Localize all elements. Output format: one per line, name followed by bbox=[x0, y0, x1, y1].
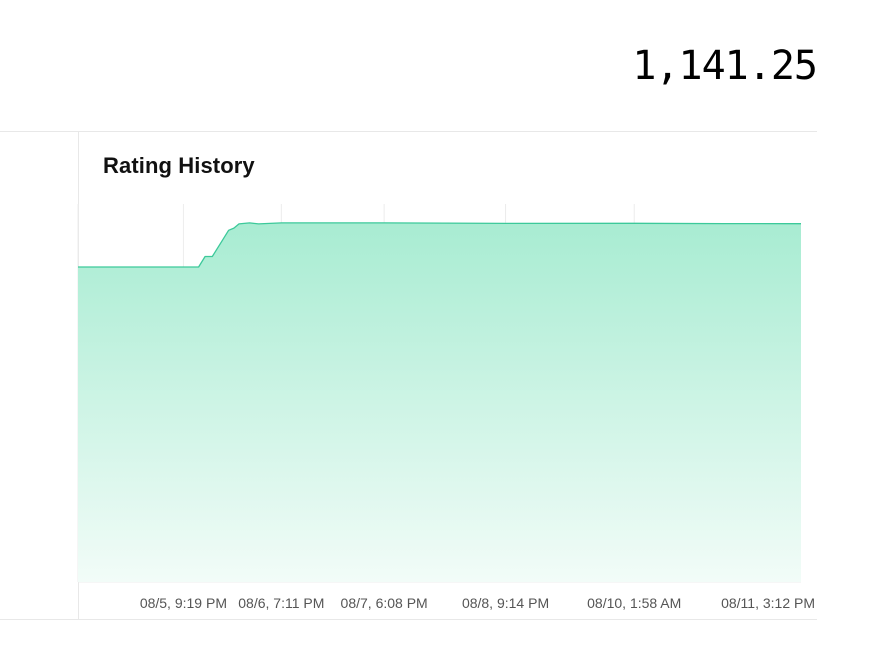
x-tick-label: 08/10, 1:58 AM bbox=[587, 595, 681, 611]
rating-history-chart: 08/5, 9:19 PM 08/6, 7:11 PM 08/7, 6:08 PM 0… bbox=[77, 204, 815, 611]
x-axis-ticks: 08/5, 9:19 PM 08/6, 7:11 PM 08/7, 6:08 PM 0… bbox=[140, 595, 815, 611]
area-layer bbox=[78, 222, 802, 582]
x-tick-label: 08/7, 6:08 PM bbox=[341, 595, 428, 611]
x-tick-label: 08/6, 7:11 PM bbox=[238, 595, 324, 611]
divider-bottom bbox=[0, 619, 817, 620]
x-tick-label: 08/8, 9:14 PM bbox=[462, 595, 549, 611]
x-tick-label: 08/11, 3:12 PM bbox=[721, 595, 815, 611]
rating-area bbox=[78, 222, 801, 582]
x-tick-label: 08/5, 9:19 PM bbox=[140, 595, 227, 611]
